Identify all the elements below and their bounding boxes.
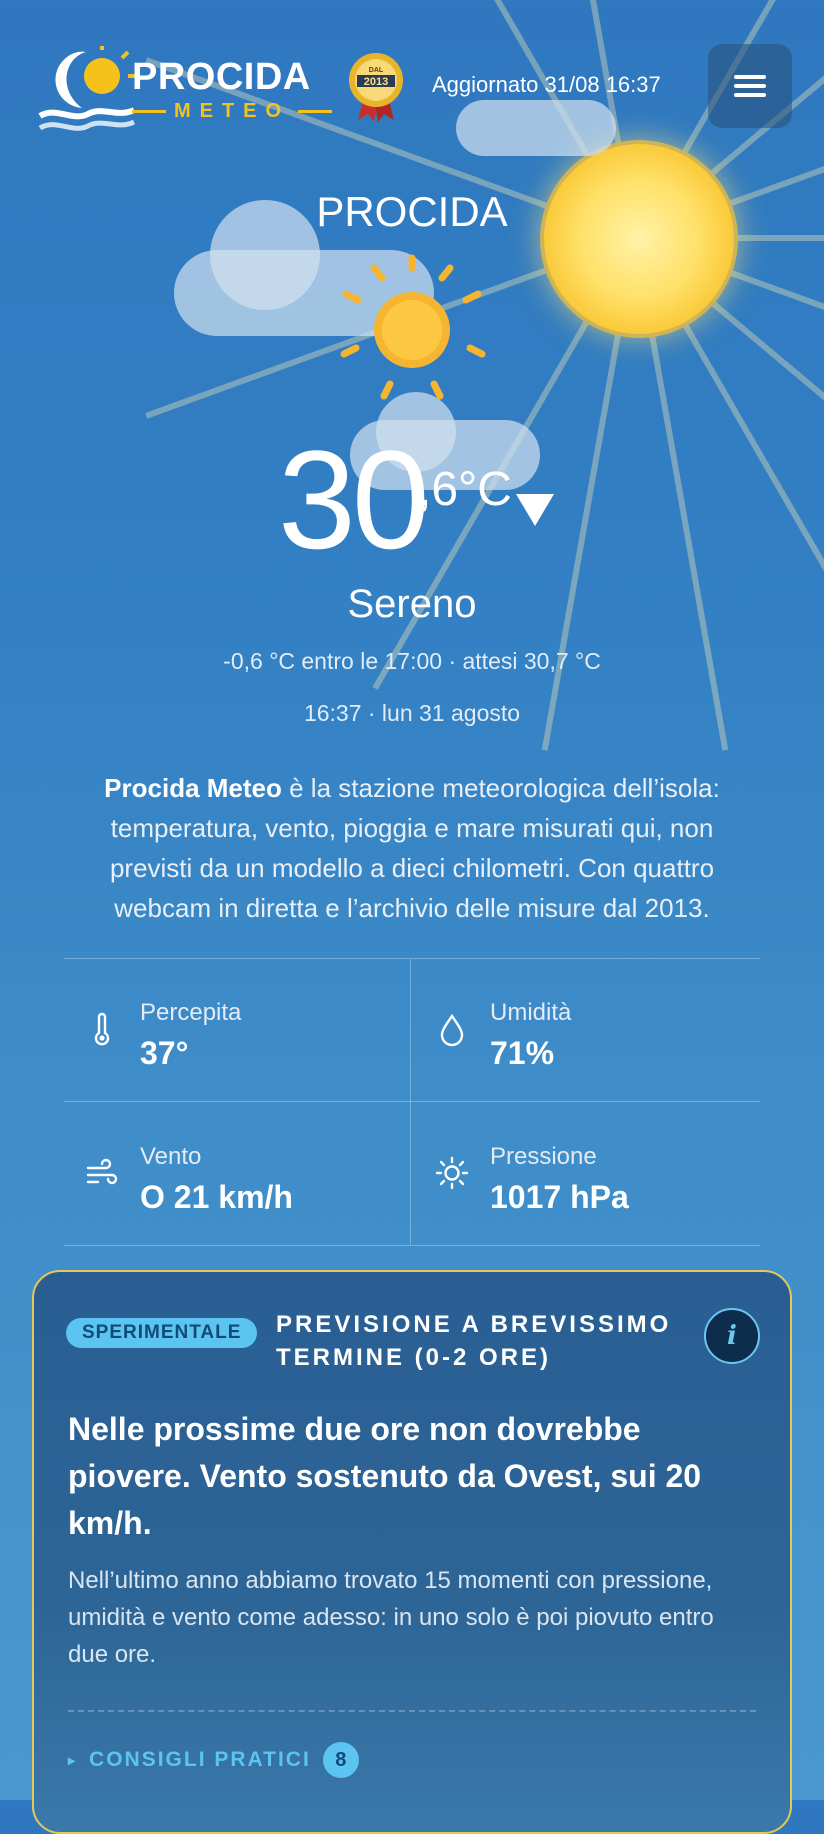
location-name: PROCIDA [316,188,508,235]
observation-time: 16:37 · lun 31 agosto [303,700,521,726]
info-button[interactable]: i [704,1308,760,1364]
tips-toggle[interactable]: ▸ CONSIGLI PRATICI 8 [68,1742,359,1778]
stat-feels-like: Percepita 37° [64,959,404,1099]
stat-pressure: Pressione 1017 hPa [414,1103,754,1243]
tips-count-badge: 8 [322,1742,359,1778]
experimental-badge: SPERIMENTALE [66,1318,258,1348]
temperature-trend: -0,6 °C entro le 17:00 · attesi 30,7 °C [223,648,601,674]
menu-icon [734,70,766,102]
info-icon: i [727,1321,737,1351]
cloud-icon [456,100,616,156]
logo-icon [38,46,136,131]
trend-down-icon [516,494,554,526]
award-badge-icon: DAL 2013 [349,53,403,122]
pressure-sun-icon [435,1156,469,1190]
intro-brand: Procida Meteo [104,773,282,803]
svg-text:DAL: DAL [369,67,384,74]
logo[interactable]: PROCIDA METEO [36,46,332,136]
nowcast-card: SPERIMENTALE PREVISIONE A BREVISSIMO TER… [32,1270,792,1834]
droplet-icon [440,1013,464,1047]
tips-label: CONSIGLI PRATICI [89,1748,311,1771]
last-updated: Aggiornato 31/08 16:37 [432,72,661,97]
intro-text: Procida Meteo è la stazione meteorologic… [70,768,754,928]
stat-humidity: Umidità 71% [414,959,754,1099]
stats-grid: Percepita 37° Umidità 71% Vento O 21 km/… [64,958,760,1246]
condition: Sereno [347,582,477,626]
thermometer-icon [94,1012,110,1046]
temperature-integer: 30 [278,421,430,578]
temperature-decimal: ,6°C [418,463,512,516]
nowcast-detail: Nell’ultimo anno abbiamo trovato 15 mome… [68,1567,714,1668]
nowcast-title: PREVISIONE A BREVISSIMO TERMINE (0-2 ORE… [276,1311,672,1371]
nowcast-headline: Nelle prossime due ore non dovrebbe piov… [68,1411,702,1541]
logo-name: PROCIDA [132,56,311,98]
svg-text:2013: 2013 [364,76,388,88]
sun-icon [340,254,486,400]
divider [68,1710,756,1712]
triangle-right-icon: ▸ [68,1751,78,1768]
big-sun-icon [540,140,738,338]
menu-button[interactable] [708,44,792,128]
logo-sub: METEO [132,100,332,123]
wind-icon [86,1158,118,1185]
stat-wind: Vento O 21 km/h [64,1103,404,1243]
